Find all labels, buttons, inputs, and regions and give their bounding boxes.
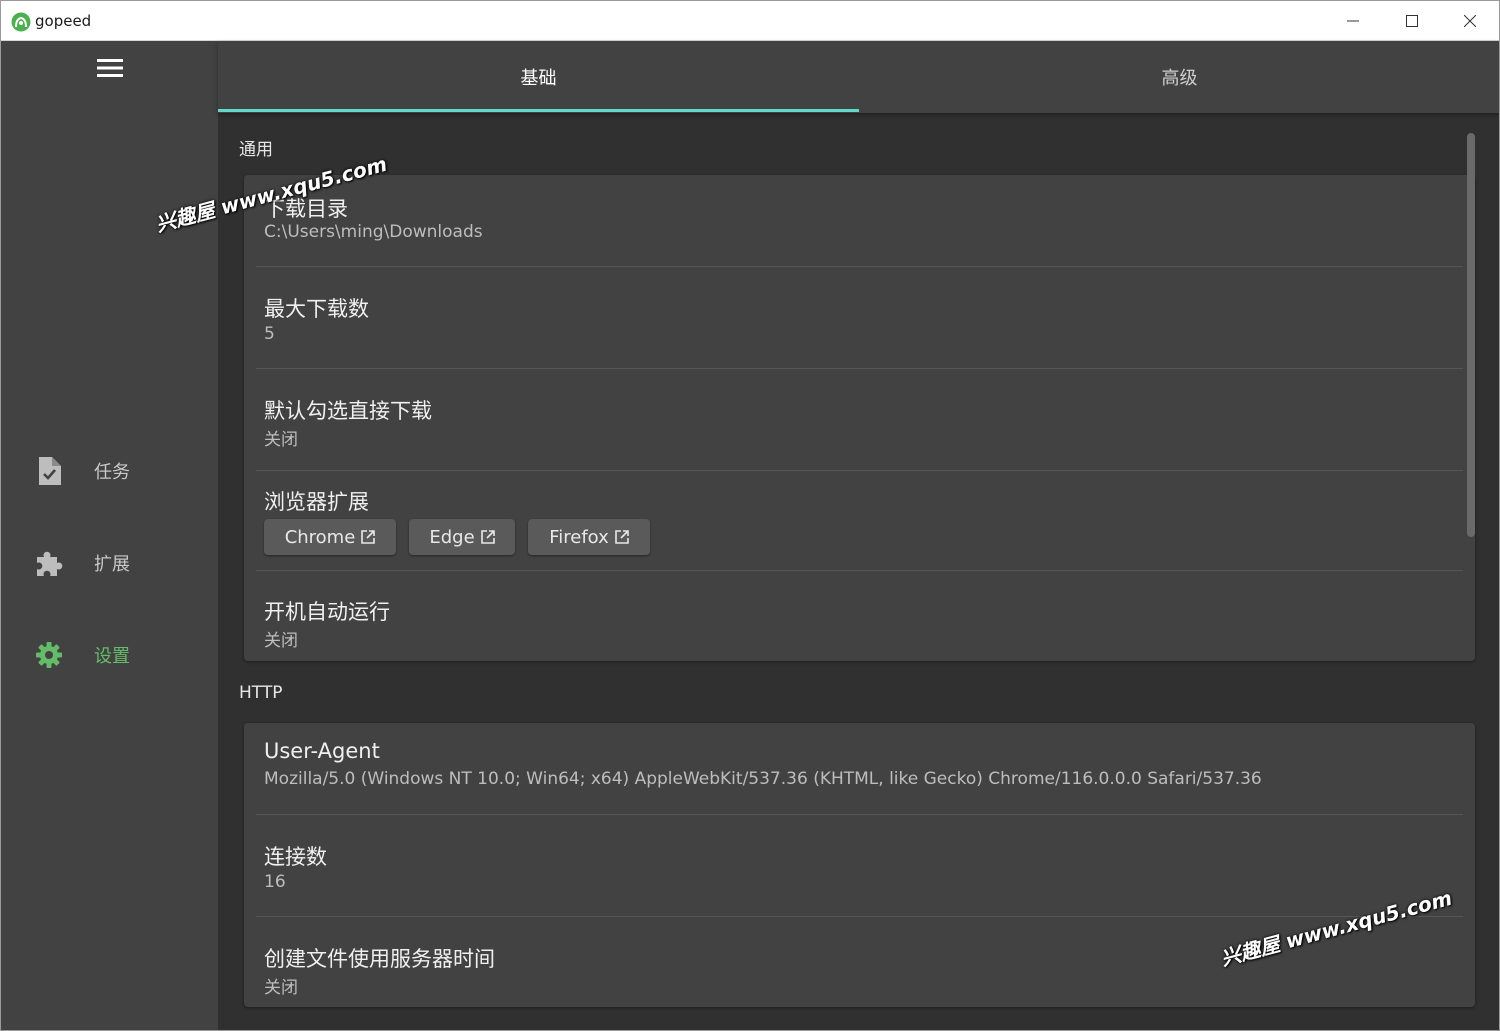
menu-toggle-button[interactable] xyxy=(93,53,127,83)
firefox-extension-button[interactable]: Firefox xyxy=(528,519,650,555)
chrome-extension-button[interactable]: Chrome xyxy=(264,519,396,555)
setting-row-autostart[interactable]: 开机自动运行 关闭 xyxy=(244,571,1475,661)
settings-content[interactable]: 通用 下载目录 C:\Users\ming\Downloads 最大下载数 5 … xyxy=(218,113,1499,1030)
button-label: Edge xyxy=(429,526,475,548)
navigation-rail: 任务 扩展 设置 xyxy=(1,41,218,1030)
puzzle-icon xyxy=(34,548,64,578)
setting-value: 关闭 xyxy=(264,978,298,998)
setting-title: 默认勾选直接下载 xyxy=(264,399,432,423)
hamburger-icon xyxy=(97,59,123,77)
button-label: Firefox xyxy=(549,526,609,548)
nav-item-extensions[interactable]: 扩展 xyxy=(1,533,218,593)
edge-extension-button[interactable]: Edge xyxy=(409,519,515,555)
section-title-general: 通用 xyxy=(239,140,273,160)
maximize-button[interactable] xyxy=(1383,1,1441,41)
nav-item-tasks[interactable]: 任务 xyxy=(1,441,218,501)
setting-value: 关闭 xyxy=(264,430,298,450)
open-in-new-icon xyxy=(361,530,376,544)
setting-row-direct-download[interactable]: 默认勾选直接下载 关闭 xyxy=(244,369,1475,471)
button-label: Chrome xyxy=(284,526,356,548)
maximize-icon xyxy=(1406,15,1418,27)
vertical-scrollbar[interactable] xyxy=(1467,133,1475,537)
http-settings-card: User-Agent Mozilla/5.0 (Windows NT 10.0;… xyxy=(244,723,1475,1007)
setting-value: 16 xyxy=(264,872,286,892)
setting-title: 连接数 xyxy=(264,845,327,869)
setting-row-browser-extension: 浏览器扩展 Chrome Edge Firefox xyxy=(244,471,1475,571)
window-title: gopeed xyxy=(35,12,92,30)
open-in-new-icon xyxy=(480,530,495,544)
minimize-icon xyxy=(1347,20,1359,22)
tab-basic[interactable]: 基础 xyxy=(218,41,859,113)
close-icon xyxy=(1464,15,1476,27)
setting-value: C:\Users\ming\Downloads xyxy=(264,222,483,242)
setting-row-download-dir[interactable]: 下载目录 C:\Users\ming\Downloads xyxy=(244,175,1475,267)
setting-title: 浏览器扩展 xyxy=(264,490,369,514)
app-window: gopeed 任务 扩展 设置 基础 高级 通用 下载目录 C:\Users\m… xyxy=(0,0,1500,1031)
nav-label-extensions: 扩展 xyxy=(94,554,130,575)
setting-row-user-agent[interactable]: User-Agent Mozilla/5.0 (Windows NT 10.0;… xyxy=(244,723,1475,815)
setting-title: 开机自动运行 xyxy=(264,600,390,624)
setting-row-connections[interactable]: 连接数 16 xyxy=(244,815,1475,917)
section-title-http: HTTP xyxy=(239,683,283,703)
file-check-icon xyxy=(34,456,64,486)
settings-tab-bar: 基础 高级 xyxy=(218,41,1499,113)
minimize-button[interactable] xyxy=(1324,1,1382,41)
setting-value: 关闭 xyxy=(264,631,298,651)
nav-label-settings: 设置 xyxy=(94,646,130,667)
general-settings-card: 下载目录 C:\Users\ming\Downloads 最大下载数 5 默认勾… xyxy=(244,175,1475,661)
gopeed-logo-icon xyxy=(11,12,31,32)
nav-item-settings[interactable]: 设置 xyxy=(1,625,218,685)
tab-advanced[interactable]: 高级 xyxy=(859,41,1499,113)
setting-title: 最大下载数 xyxy=(264,297,369,321)
setting-value: Mozilla/5.0 (Windows NT 10.0; Win64; x64… xyxy=(264,769,1262,789)
setting-title: 创建文件使用服务器时间 xyxy=(264,947,495,971)
open-in-new-icon xyxy=(614,530,629,544)
settings-panel: 基础 高级 通用 下载目录 C:\Users\ming\Downloads 最大… xyxy=(218,41,1499,1030)
setting-value: 5 xyxy=(264,324,275,344)
setting-title: User-Agent xyxy=(264,739,380,763)
setting-row-max-downloads[interactable]: 最大下载数 5 xyxy=(244,267,1475,369)
title-bar[interactable]: gopeed xyxy=(1,1,1499,41)
active-tab-indicator xyxy=(218,109,859,112)
nav-label-tasks: 任务 xyxy=(94,462,130,483)
gear-icon xyxy=(34,640,64,670)
close-button[interactable] xyxy=(1441,1,1499,41)
